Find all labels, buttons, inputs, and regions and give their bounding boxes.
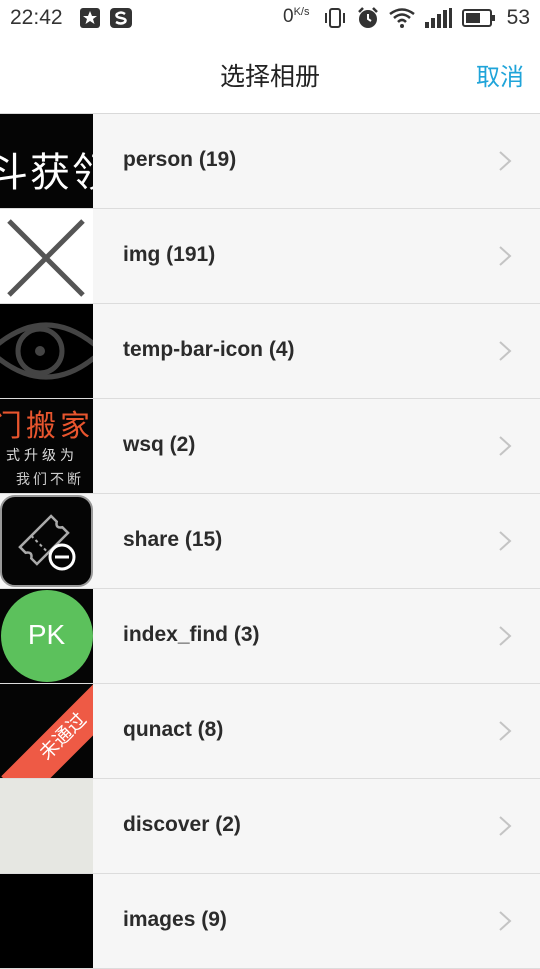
- album-label: wsq (2): [123, 433, 196, 456]
- status-bar: 22:42 0K/s 53: [0, 0, 540, 38]
- album-thumbnail: [0, 304, 93, 398]
- close-icon: [7, 219, 85, 297]
- signal-icon: [424, 8, 452, 28]
- album-thumbnail: 斗获领: [0, 114, 93, 208]
- album-label: temp-bar-icon (4): [123, 338, 295, 361]
- pk-badge-text: PK: [27, 619, 66, 650]
- chevron-right-icon: [499, 531, 512, 551]
- network-speed: 0K/s: [283, 6, 310, 27]
- album-thumbnail: 未通过: [0, 684, 93, 778]
- battery-level: 53: [506, 6, 530, 29]
- album-row-qunact[interactable]: 未通过 qunact (8): [0, 684, 540, 779]
- chevron-right-icon: [499, 341, 512, 361]
- album-row-discover[interactable]: discover (2): [0, 779, 540, 874]
- album-thumbnail: [0, 779, 93, 873]
- thumbnail-text-line: 门搬家: [0, 409, 93, 444]
- chevron-right-icon: [499, 626, 512, 646]
- chevron-right-icon: [499, 816, 512, 836]
- thumbnail-text-line: 式升级为: [6, 448, 78, 464]
- alarm-icon: [356, 7, 380, 28]
- album-row-img[interactable]: img (191): [0, 209, 540, 304]
- album-thumbnail: [0, 494, 93, 588]
- page-title: 选择相册: [219, 62, 320, 91]
- chevron-right-icon: [499, 436, 512, 456]
- album-label: qunact (8): [123, 718, 224, 741]
- album-row-temp-bar-icon[interactable]: temp-bar-icon (4): [0, 304, 540, 399]
- album-row-wsq[interactable]: 门搬家 式升级为 我们不断 wsq (2): [0, 399, 540, 494]
- thumbnail-text-line: 我们不断: [16, 472, 84, 488]
- status-time: 22:42: [10, 6, 63, 29]
- chevron-right-icon: [499, 721, 512, 741]
- album-label: discover (2): [123, 813, 241, 836]
- album-thumbnail: [0, 209, 93, 303]
- eye-icon: [0, 322, 93, 380]
- chevron-right-icon: [499, 246, 512, 266]
- album-label: share (15): [123, 528, 223, 551]
- album-thumbnail: 门搬家 式升级为 我们不断: [0, 399, 93, 493]
- wifi-icon: [389, 8, 415, 28]
- album-row-person[interactable]: 斗获领 person (19): [0, 114, 540, 209]
- album-label: person (19): [123, 148, 237, 171]
- album-thumbnail: [0, 874, 93, 968]
- s-app-icon: [110, 8, 132, 28]
- chevron-right-icon: [499, 151, 512, 171]
- star-app-icon: [80, 8, 100, 28]
- battery-icon: [462, 8, 496, 28]
- album-label: img (191): [123, 243, 216, 266]
- album-row-share[interactable]: share (15): [0, 494, 540, 589]
- album-thumbnail: PK: [0, 589, 93, 683]
- title-bar: 选择相册 取消: [0, 38, 540, 114]
- cancel-button[interactable]: 取消: [476, 57, 524, 92]
- ticket-disabled-icon: [0, 495, 93, 587]
- album-label: index_find (3): [123, 623, 260, 646]
- album-list: 斗获领 person (19) img (191) temp-bar-icon …: [0, 114, 540, 969]
- album-row-images[interactable]: images (9): [0, 874, 540, 969]
- vibrate-icon: [323, 8, 347, 28]
- album-label: images (9): [123, 908, 227, 931]
- album-row-index-find[interactable]: PK index_find (3): [0, 589, 540, 684]
- chevron-right-icon: [499, 911, 512, 931]
- thumbnail-handwriting: 斗获领: [0, 150, 93, 196]
